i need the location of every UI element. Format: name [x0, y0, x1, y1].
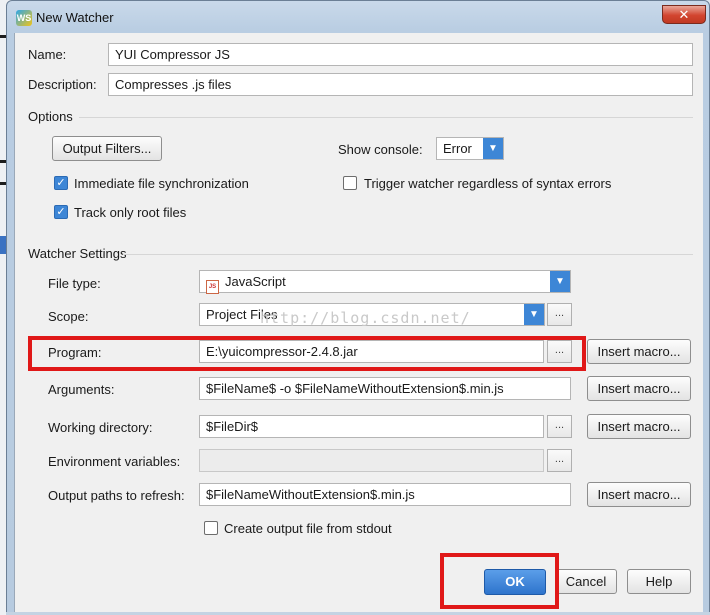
file-type-label: File type: — [48, 276, 101, 291]
track-root-checkbox[interactable]: ✓ — [54, 205, 68, 219]
name-label: Name: — [28, 47, 67, 62]
dialog-content: Name: YUI Compressor JS Description: Com… — [14, 33, 703, 615]
options-separator — [79, 117, 693, 118]
working-directory-label: Working directory: — [48, 420, 153, 435]
immediate-sync-label: Immediate file synchronization — [74, 176, 249, 191]
help-button[interactable]: Help — [627, 569, 691, 594]
track-root-label: Track only root files — [74, 205, 187, 220]
chevron-down-icon: ▼ — [524, 304, 544, 325]
name-input[interactable]: YUI Compressor JS — [108, 43, 693, 66]
working-directory-browse-button[interactable]: ... — [547, 415, 572, 438]
file-type-select[interactable]: JS JavaScript ▼ — [199, 270, 571, 294]
description-input[interactable]: Compresses .js files — [108, 73, 693, 96]
show-console-select[interactable]: Error ▼ — [436, 137, 504, 160]
output-paths-input[interactable]: $FileNameWithoutExtension$.min.js — [199, 483, 571, 506]
output-paths-insert-macro-button[interactable]: Insert macro... — [587, 482, 691, 507]
working-directory-input[interactable]: $FileDir$ — [199, 415, 544, 438]
chevron-down-icon: ▼ — [550, 271, 570, 292]
description-label: Description: — [28, 77, 97, 92]
output-paths-label: Output paths to refresh: — [48, 488, 185, 503]
working-directory-insert-macro-button[interactable]: Insert macro... — [587, 414, 691, 439]
scope-label: Scope: — [48, 309, 89, 324]
show-console-value: Error — [443, 141, 472, 156]
trigger-watcher-label: Trigger watcher regardless of syntax err… — [364, 176, 612, 191]
ok-highlight-box — [440, 553, 559, 609]
environment-variables-label: Environment variables: — [48, 454, 181, 469]
show-console-label: Show console: — [338, 142, 423, 157]
output-filters-button[interactable]: Output Filters... — [52, 136, 162, 161]
title-bar[interactable]: WS New Watcher ✕ — [12, 5, 706, 29]
watermark-text: http://blog.csdn.net/ — [260, 309, 471, 327]
create-output-stdout-checkbox[interactable] — [204, 521, 218, 535]
file-type-value: JavaScript — [225, 274, 286, 289]
watcher-separator — [123, 254, 693, 255]
create-output-stdout-label: Create output file from stdout — [224, 521, 392, 536]
trigger-watcher-checkbox[interactable] — [343, 176, 357, 190]
dialog-title: New Watcher — [36, 10, 114, 25]
arguments-input[interactable]: $FileName$ -o $FileNameWithoutExtension$… — [199, 377, 571, 400]
chevron-down-icon: ▼ — [483, 138, 503, 159]
webstorm-icon: WS — [16, 10, 32, 26]
program-insert-macro-button[interactable]: Insert macro... — [587, 339, 691, 364]
immediate-sync-checkbox[interactable]: ✓ — [54, 176, 68, 190]
options-heading: Options — [28, 109, 73, 124]
program-highlight-box — [28, 336, 586, 371]
arguments-insert-macro-button[interactable]: Insert macro... — [587, 376, 691, 401]
environment-variables-input[interactable] — [199, 449, 544, 472]
cancel-button[interactable]: Cancel — [555, 569, 617, 594]
environment-variables-browse-button[interactable]: ... — [547, 449, 572, 472]
arguments-label: Arguments: — [48, 382, 115, 397]
javascript-file-icon: JS — [206, 280, 219, 294]
watcher-settings-heading: Watcher Settings — [28, 246, 127, 261]
close-button[interactable]: ✕ — [662, 5, 706, 24]
scope-browse-button[interactable]: ... — [547, 303, 572, 326]
